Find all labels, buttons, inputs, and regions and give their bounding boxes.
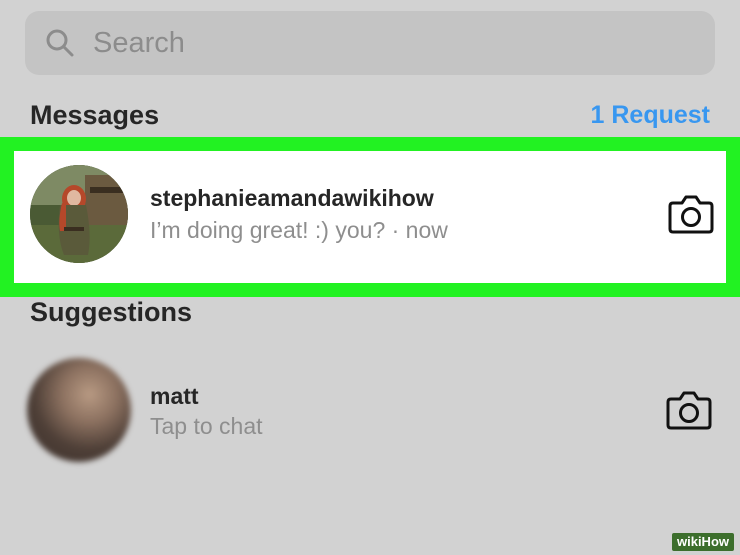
suggestion-username: matt: [150, 383, 199, 409]
search-icon: [45, 28, 75, 58]
message-thread-row[interactable]: stephanieamandawikihow I’m doing great! …: [14, 151, 726, 283]
suggestions-title: Suggestions: [30, 297, 193, 327]
watermark-logo: wikiHow: [671, 533, 734, 551]
camera-icon[interactable]: [668, 194, 714, 234]
search-input[interactable]: Search: [25, 11, 715, 75]
thread-preview: I’m doing great! :) you? · now: [150, 217, 448, 243]
camera-icon[interactable]: [666, 390, 712, 430]
avatar[interactable]: [30, 165, 128, 263]
highlight-frame: stephanieamandawikihow I’m doing great! …: [0, 137, 740, 297]
search-placeholder: Search: [93, 26, 185, 59]
suggestion-subtext: Tap to chat: [150, 413, 263, 439]
requests-link[interactable]: 1 Request: [591, 101, 710, 130]
avatar[interactable]: [27, 358, 131, 462]
messages-title: Messages: [30, 100, 160, 130]
thread-username: stephanieamandawikihow: [150, 185, 434, 211]
